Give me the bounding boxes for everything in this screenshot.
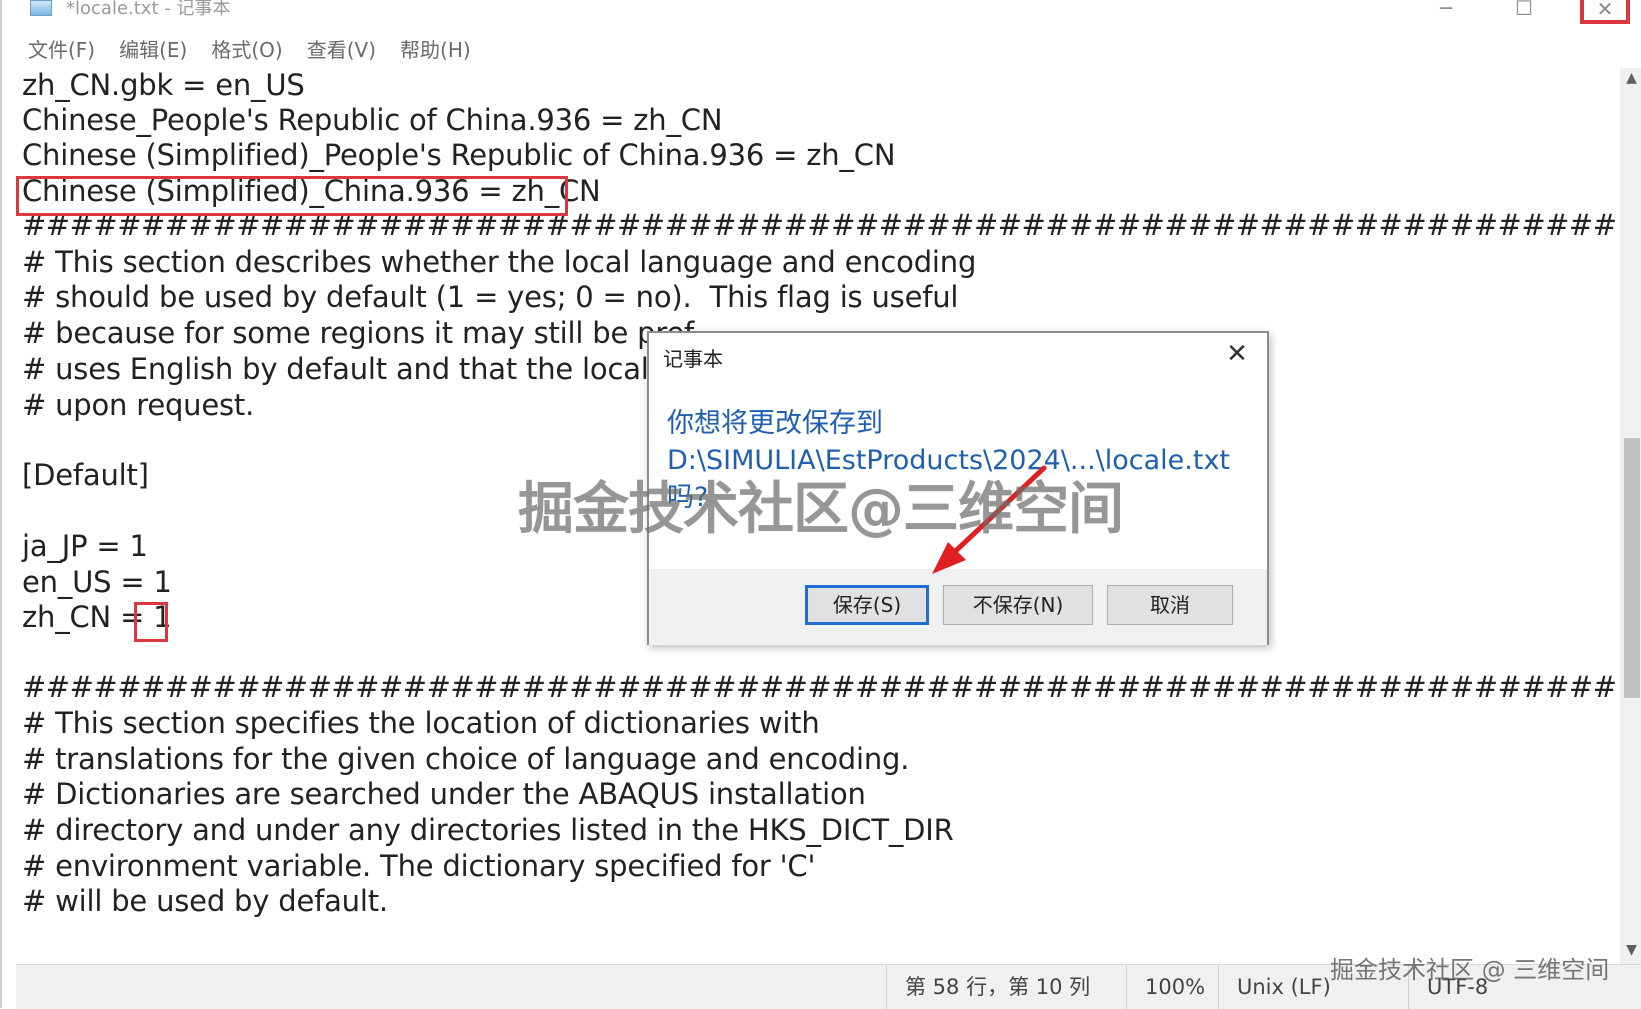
dialog-message-line: 你想将更改保存到 (667, 408, 883, 439)
editor-line: # translations for the given choice of l… (22, 742, 910, 776)
editor-line: # environment variable. The dictionary s… (22, 849, 816, 883)
save-button[interactable]: 保存(S) (805, 585, 929, 625)
scroll-down-icon[interactable]: ▼ (1620, 940, 1641, 960)
editor-line: # should be used by default (1 = yes; 0 … (22, 280, 959, 314)
editor-line: # upon request. (22, 388, 255, 422)
editor-line: ########################################… (22, 670, 1616, 704)
highlight-box-zh-cn-value (134, 602, 168, 642)
status-cursor-position: 第 58 行，第 10 列 (886, 965, 1126, 1009)
vertical-scrollbar[interactable]: ▲ ▼ (1620, 68, 1641, 964)
window-title: *locale.txt - 记事本 (66, 0, 231, 19)
maximize-button[interactable]: ☐ (1500, 0, 1548, 22)
editor-line: [Default] (22, 458, 149, 492)
menu-format[interactable]: 格式(O) (199, 34, 294, 66)
editor-line: # Dictionaries are searched under the AB… (22, 777, 866, 811)
watermark-corner: 掘金技术社区 @ 三维空间 (1330, 956, 1610, 984)
editor-line: # This section specifies the location of… (22, 706, 820, 740)
menu-view[interactable]: 查看(V) (295, 34, 388, 66)
title-bar: *locale.txt - 记事本 ─ ☐ ✕ (2, 0, 1641, 24)
dont-save-button[interactable]: 不保存(N) (943, 585, 1093, 625)
status-zoom: 100% (1126, 965, 1218, 1009)
highlight-box-china-936 (16, 176, 568, 216)
close-button[interactable]: ✕ (1580, 0, 1630, 24)
editor-line: zh_CN.gbk = en_US (22, 68, 305, 102)
notepad-window: *locale.txt - 记事本 ─ ☐ ✕ 文件(F) 编辑(E) 格式(O… (0, 0, 1641, 1009)
editor-line: # uses English by default and that the l… (22, 352, 702, 386)
editor-line: Chinese_People's Republic of China.936 =… (22, 103, 723, 137)
dialog-title: 记事本 (663, 347, 723, 371)
menu-help[interactable]: 帮助(H) (388, 34, 483, 66)
editor-line: # directory and under any directories li… (22, 813, 954, 847)
minimize-button[interactable]: ─ (1422, 0, 1470, 22)
cancel-button[interactable]: 取消 (1107, 585, 1233, 625)
menu-bar: 文件(F) 编辑(E) 格式(O) 查看(V) 帮助(H) (16, 34, 483, 66)
editor-line: # because for some regions it may still … (22, 316, 695, 350)
editor-line: # will be used by default. (22, 884, 388, 918)
dialog-close-icon[interactable]: ✕ (1219, 339, 1255, 369)
menu-edit[interactable]: 编辑(E) (107, 34, 199, 66)
editor-line: ja_JP = 1 (22, 529, 148, 563)
scroll-up-icon[interactable]: ▲ (1620, 68, 1641, 88)
dialog-button-bar: 保存(S) 不保存(N) 取消 (649, 569, 1267, 645)
menu-file[interactable]: 文件(F) (16, 34, 107, 66)
editor-line: Chinese (Simplified)_People's Republic o… (22, 138, 896, 172)
notepad-icon (30, 0, 52, 16)
watermark-center: 掘金技术社区@三维空间 (518, 477, 1124, 542)
scroll-thumb[interactable] (1624, 438, 1640, 698)
editor-line: # This section describes whether the loc… (22, 245, 977, 279)
editor-line: en_US = 1 (22, 565, 172, 599)
